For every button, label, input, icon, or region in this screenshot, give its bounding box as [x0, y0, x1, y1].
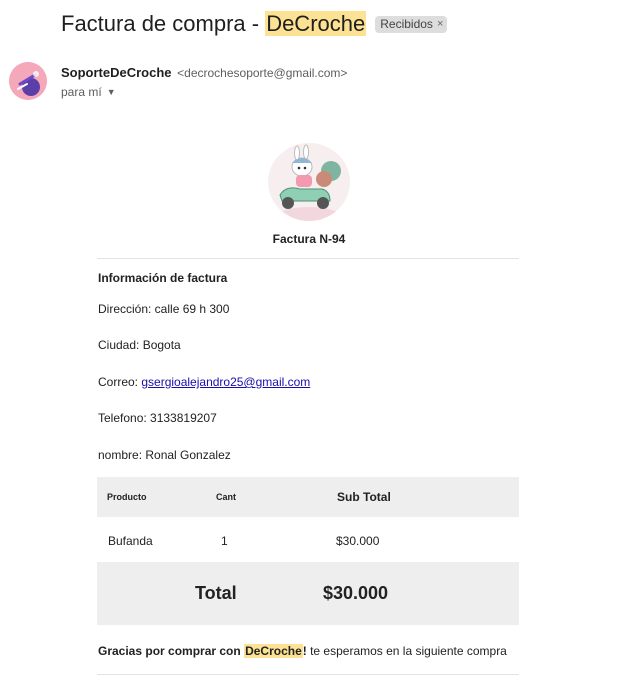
thanks-suffix: te esperamos en la siguiente compra	[306, 644, 507, 658]
sender-line: SoporteDeCroche <decrochesoporte@gmail.c…	[61, 65, 347, 80]
sender-avatar-icon[interactable]	[9, 62, 47, 100]
email-line: Correo: gsergioalejandro25@gmail.com	[98, 375, 310, 389]
thanks-brand: DeCroche	[244, 644, 303, 658]
label-chip-text: Recibidos	[380, 16, 433, 31]
header-cant: Cant	[216, 492, 236, 502]
section-title: Información de factura	[98, 271, 228, 285]
bottom-divider	[97, 674, 519, 675]
header-producto: Producto	[107, 492, 147, 502]
total-label: Total	[195, 583, 237, 603]
thanks-message: Gracias por comprar con DeCroche! te esp…	[98, 644, 507, 658]
recipients-toggle[interactable]: para mí ▼	[61, 85, 116, 99]
city-line: Ciudad: Bogota	[98, 338, 181, 352]
subject-text: Factura de compra - DeCroche	[61, 10, 367, 38]
bunny-scooter-logo	[268, 143, 350, 221]
row-product: Bufanda	[108, 534, 153, 548]
top-divider	[97, 258, 519, 259]
subject-highlight: DeCroche	[265, 11, 367, 36]
address-line: Dirección: calle 69 h 300	[98, 302, 230, 316]
total-value: $30.000	[323, 583, 389, 603]
recipient-label: para mí	[61, 85, 102, 99]
subject-prefix: Factura de compra -	[61, 11, 266, 36]
name-line: nombre: Ronal Gonzalez	[98, 448, 231, 462]
phone-line: Telefono: 3133819207	[98, 411, 217, 425]
total-row: Total $30.000	[97, 562, 519, 625]
email-label: Correo:	[98, 375, 142, 389]
row-qty: 1	[221, 534, 228, 548]
email-link[interactable]: gsergioalejandro25@gmail.com	[141, 375, 310, 389]
header-subtotal: Sub Total	[337, 490, 391, 504]
sender-email: <decrochesoporte@gmail.com>	[177, 66, 348, 80]
remove-label-icon[interactable]: ×	[437, 18, 443, 31]
row-subtotal: $30.000	[336, 534, 380, 548]
invoice-title: Factura N-94	[272, 232, 346, 246]
email-subject: Factura de compra - DeCroche Recibidos ×	[61, 10, 448, 38]
label-chip-recibidos[interactable]: Recibidos ×	[375, 15, 448, 33]
thanks-prefix: Gracias por comprar con	[98, 644, 245, 658]
dropdown-caret-icon[interactable]: ▼	[107, 87, 116, 97]
table-header: Producto Cant Sub Total	[97, 477, 519, 517]
sender-name[interactable]: SoporteDeCroche	[61, 65, 172, 80]
